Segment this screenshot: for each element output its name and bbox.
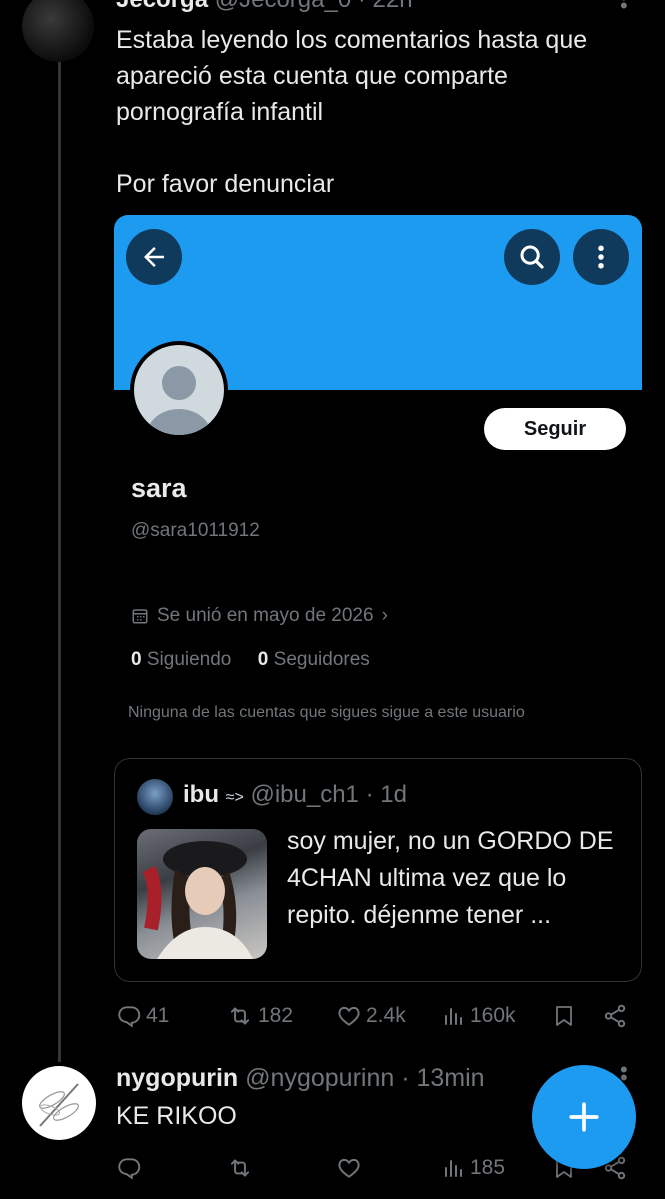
calendar-icon: [132, 609, 148, 624]
tweet-time[interactable]: 22h: [373, 0, 413, 13]
avatar[interactable]: [22, 0, 94, 62]
dragonfly-icon: [39, 1083, 79, 1127]
plus-icon: [569, 1102, 599, 1132]
default-avatar-icon: [147, 366, 211, 435]
like-button[interactable]: [336, 1152, 362, 1184]
profile-avatar: [130, 341, 228, 439]
tweet-text: Estaba leyendo los comentarios hasta que…: [116, 26, 588, 198]
views-button[interactable]: 160k: [442, 1000, 516, 1032]
quote-author-handle: @ibu_ch1: [250, 781, 359, 808]
bookmark-icon: [556, 1006, 572, 1026]
like-button[interactable]: 2.4k: [336, 1000, 406, 1032]
following-count: 0: [131, 649, 142, 670]
following-label: Siguiendo: [146, 649, 232, 670]
reply-count: 41: [146, 1004, 170, 1027]
profile-note: Ninguna de las cuentas que sigues sigue …: [128, 704, 525, 721]
profile-handle: @sara1011912: [131, 520, 260, 541]
share-icon: [604, 1004, 626, 1028]
quote-media-thumbnail: [137, 829, 267, 959]
heart-icon: [338, 1158, 360, 1178]
reply-button[interactable]: [116, 1152, 142, 1184]
quote-text: soy mujer, no un GORDO DE 4CHAN ultima v…: [287, 827, 614, 929]
author-name[interactable]: Jecorga: [116, 0, 208, 13]
bookmark-button[interactable]: [552, 1000, 576, 1032]
more-vertical-icon: [573, 229, 629, 285]
like-count: 2.4k: [366, 1004, 406, 1027]
author-name[interactable]: nygopurin: [116, 1064, 238, 1092]
tweet-time[interactable]: 13min: [417, 1064, 485, 1092]
reply-icon: [118, 1158, 141, 1180]
heart-icon: [338, 1006, 360, 1026]
avatar[interactable]: [22, 1066, 96, 1140]
followers-label: Seguidores: [273, 649, 370, 670]
fish-icon: ≈>: [225, 789, 244, 806]
quote-author-name: ibu: [183, 781, 219, 808]
views-count: 185: [470, 1156, 506, 1179]
retweet-button[interactable]: 182: [226, 1000, 293, 1032]
reply-icon: [118, 1006, 141, 1028]
back-arrow-icon: [126, 229, 182, 285]
chevron-right-icon: ›: [381, 605, 388, 626]
quote-header: ibu ≈> @ibu_ch1 · 1d: [183, 781, 407, 808]
tweet-header: Jecorga @Jecorga_0 · 22h: [116, 0, 413, 14]
profile-name: sara: [131, 473, 187, 503]
quote-time: 1d: [380, 781, 407, 808]
joined-text: Se unió en mayo de 2026: [157, 605, 374, 626]
tweet-media-image[interactable]: Seguir sara @sara1011912 Se unió en mayo…: [114, 215, 642, 773]
tweet-text: KE RIKOO: [116, 1102, 237, 1130]
retweet-button[interactable]: [226, 1152, 254, 1184]
profile-joined: Se unió en mayo de 2026 ›: [131, 605, 388, 627]
author-handle[interactable]: @Jecorga_0: [215, 0, 351, 13]
views-count: 160k: [470, 1004, 516, 1027]
author-handle[interactable]: @nygopurinn: [245, 1064, 394, 1092]
search-icon: [504, 229, 560, 285]
more-icon[interactable]: ••: [620, 1059, 628, 1089]
views-button[interactable]: 185: [442, 1152, 505, 1184]
quote-tweet-card[interactable]: ibu ≈> @ibu_ch1 · 1d soy mujer, no un GO…: [114, 758, 642, 982]
views-icon: [445, 1008, 462, 1025]
reply-button[interactable]: 41: [116, 1000, 169, 1032]
share-button[interactable]: [602, 1000, 628, 1032]
followers-count: 0: [257, 649, 269, 670]
views-icon: [445, 1160, 462, 1177]
retweet-icon: [230, 1007, 250, 1025]
compose-button[interactable]: [532, 1065, 636, 1169]
tweet-header: nygopurin @nygopurinn · 13min: [116, 1064, 485, 1092]
retweet-count: 182: [258, 1004, 294, 1027]
more-icon[interactable]: ••: [620, 0, 628, 17]
quote-avatar: [137, 779, 173, 815]
thread-line: [58, 62, 61, 1062]
profile-stats: 0 Siguiendo 0 Seguidores: [131, 649, 370, 671]
retweet-icon: [230, 1159, 250, 1177]
follow-button: Seguir: [484, 408, 626, 450]
